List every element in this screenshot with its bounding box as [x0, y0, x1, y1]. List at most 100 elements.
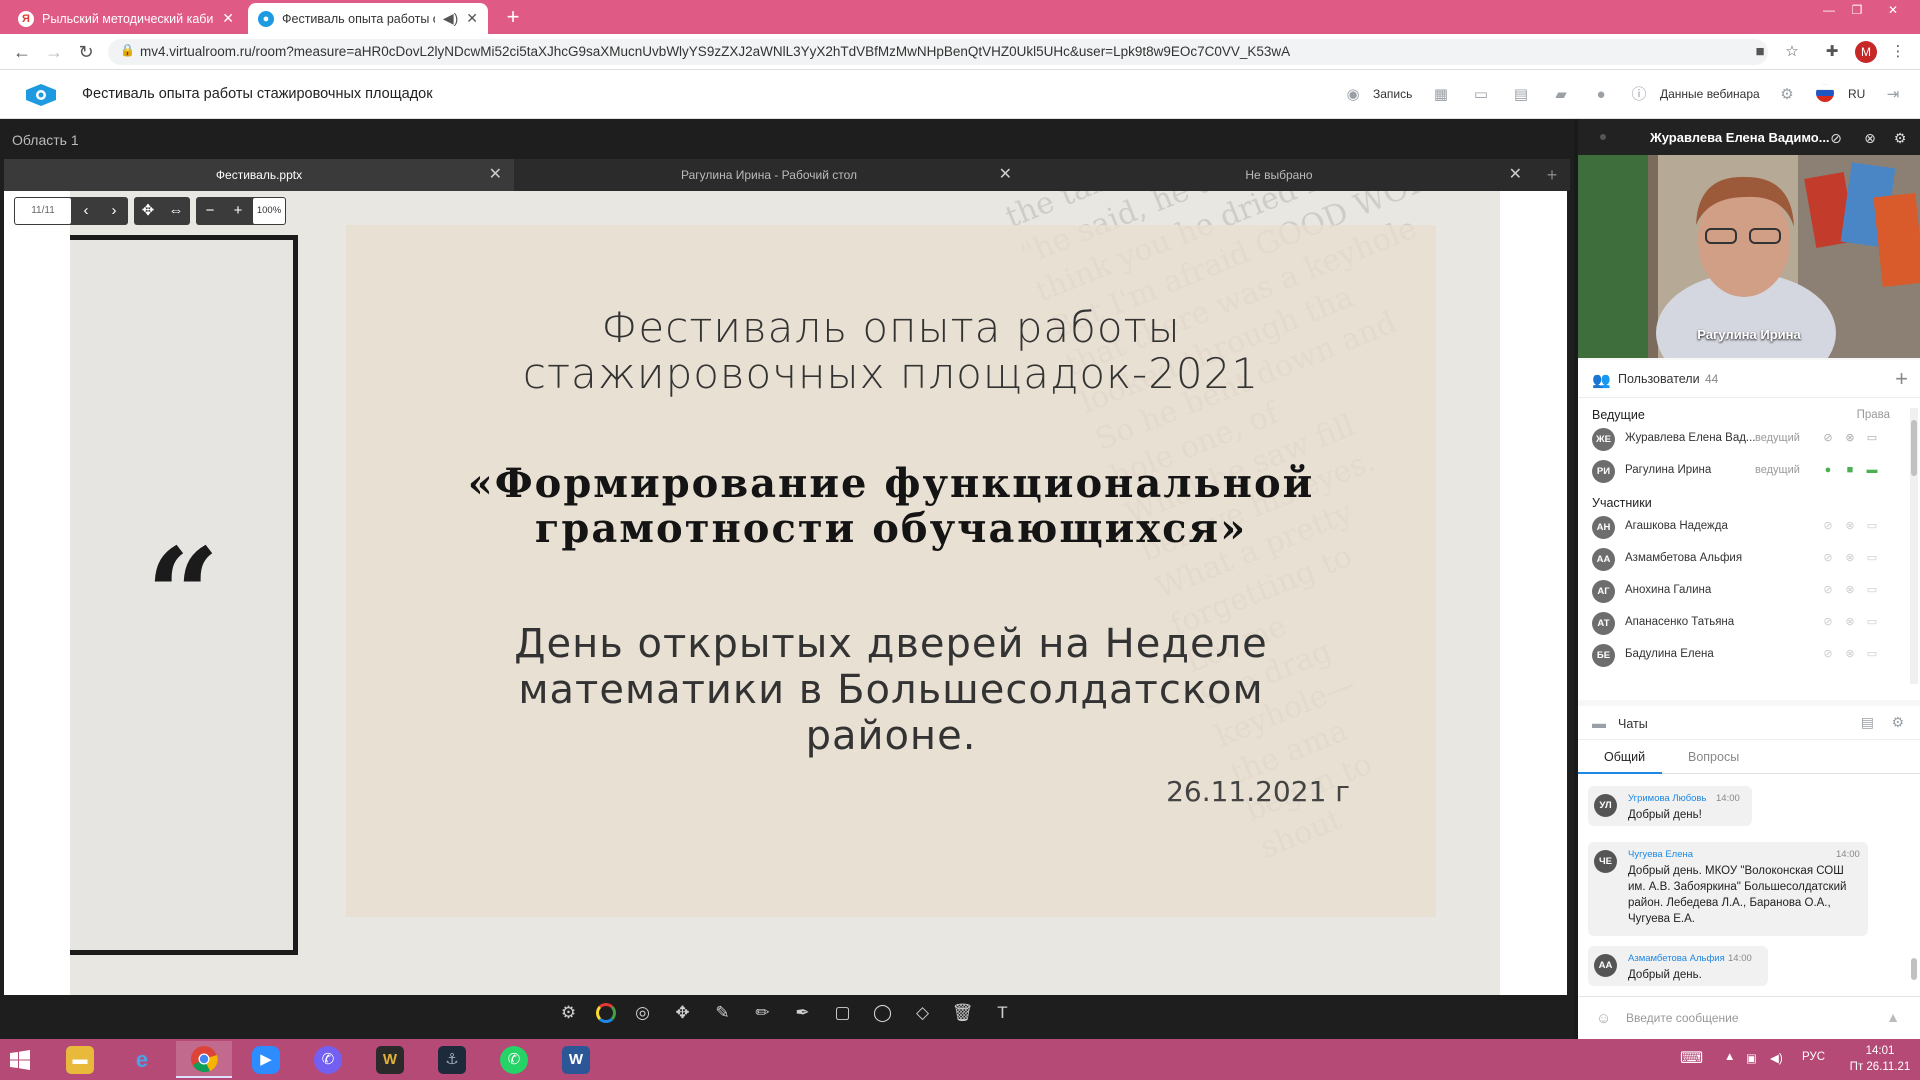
- russia-flag-icon[interactable]: [1814, 84, 1836, 106]
- settings-icon[interactable]: ⚙: [1891, 714, 1904, 731]
- reload-button[interactable]: ↻: [74, 40, 98, 64]
- doc-tab-desktop[interactable]: Рагулина Ирина - Рабочий стол ✕: [514, 159, 1024, 191]
- new-tab-button[interactable]: +: [500, 4, 526, 30]
- mic-icon[interactable]: ⊘: [1820, 646, 1836, 662]
- camera-icon[interactable]: ⊗: [1842, 614, 1858, 630]
- settings-icon[interactable]: ⚙: [556, 1000, 582, 1026]
- participant-row[interactable]: АГ Анохина Галина ⊘ ⊗ ▭: [1592, 578, 1892, 604]
- profile-avatar[interactable]: M: [1855, 41, 1877, 63]
- minimize-icon[interactable]: —: [1814, 0, 1844, 20]
- screen-icon[interactable]: ▭: [1864, 550, 1880, 566]
- taskbar-viber[interactable]: ✆: [300, 1041, 356, 1078]
- mic-off-icon[interactable]: ⊘: [1826, 128, 1846, 148]
- camera-on-icon[interactable]: ■: [1842, 462, 1858, 478]
- taskbar-explorer[interactable]: ▬: [52, 1041, 108, 1078]
- close-icon[interactable]: ✕: [222, 10, 234, 27]
- screen-icon[interactable]: ▭: [1864, 518, 1880, 534]
- message-input[interactable]: Введите сообщение: [1626, 1011, 1739, 1025]
- prev-page-icon[interactable]: ‹: [72, 197, 100, 225]
- camera-off-icon[interactable]: ⊗: [1842, 430, 1858, 446]
- mic-icon[interactable]: ⊘: [1820, 614, 1836, 630]
- mic-icon[interactable]: ⊘: [1820, 518, 1836, 534]
- zoom-in-icon[interactable]: +: [224, 197, 252, 225]
- camera-icon[interactable]: ⊗: [1842, 550, 1858, 566]
- taskbar-ie[interactable]: e: [114, 1041, 170, 1078]
- camera-icon[interactable]: ■: [1750, 42, 1770, 62]
- layout-icon[interactable]: ▦: [1430, 84, 1452, 106]
- camera-icon[interactable]: ⊗: [1842, 646, 1858, 662]
- close-window-icon[interactable]: ✕: [1878, 0, 1908, 20]
- close-icon[interactable]: ✕: [466, 10, 478, 27]
- users-scrollbar[interactable]: [1910, 408, 1918, 684]
- send-icon[interactable]: ▲: [1886, 1009, 1900, 1025]
- extensions-icon[interactable]: ✚: [1822, 42, 1842, 62]
- rectangle-icon[interactable]: ▢: [830, 1000, 856, 1026]
- close-icon[interactable]: ✕: [1509, 159, 1522, 191]
- trash-icon[interactable]: 🗑: [950, 1000, 976, 1026]
- slide-viewer[interactable]: the table." So late tha"he said, he'd be…: [4, 191, 1567, 995]
- participant-row[interactable]: БЕ Бадулина Елена ⊘ ⊗ ▭: [1592, 642, 1892, 668]
- tab-general[interactable]: Общий: [1604, 750, 1645, 764]
- tab-questions[interactable]: Вопросы: [1688, 750, 1739, 764]
- settings-icon[interactable]: ⚙: [1776, 84, 1798, 106]
- language-label[interactable]: RU: [1848, 87, 1865, 101]
- user-icon[interactable]: ●: [1590, 84, 1612, 106]
- screen-icon[interactable]: ▭: [1864, 582, 1880, 598]
- next-page-icon[interactable]: ›: [100, 197, 128, 225]
- taskbar-whatsapp[interactable]: ✆: [486, 1041, 542, 1078]
- document-icon[interactable]: ▤: [1510, 84, 1532, 106]
- fit-width-icon[interactable]: ⇔: [162, 197, 190, 225]
- taskbar-chrome[interactable]: [176, 1041, 232, 1078]
- back-button[interactable]: ←: [10, 40, 34, 64]
- host-row[interactable]: ЖЕ Журавлева Елена Вад... ведущий ⊘ ⊗ ▭: [1592, 426, 1892, 452]
- taskbar-word[interactable]: W: [548, 1041, 604, 1078]
- exit-icon[interactable]: ⇥: [1882, 84, 1904, 106]
- screen-icon[interactable]: ▭: [1864, 614, 1880, 630]
- record-label[interactable]: Запись: [1373, 87, 1412, 101]
- move-icon[interactable]: ✥: [670, 1000, 696, 1026]
- marker-icon[interactable]: ✒: [790, 1000, 816, 1026]
- zoom-value[interactable]: 100%: [253, 198, 285, 224]
- zoom-out-icon[interactable]: −: [196, 197, 224, 225]
- shape-icon[interactable]: ◯: [870, 1000, 896, 1026]
- input-language[interactable]: РУС: [1802, 1051, 1825, 1063]
- video-feed[interactable]: Рагулина Ирина: [1578, 155, 1920, 358]
- close-icon[interactable]: ✕: [489, 159, 502, 191]
- menu-icon[interactable]: ⋮: [1888, 42, 1908, 62]
- camera-icon[interactable]: ⊗: [1842, 518, 1858, 534]
- text-tool-icon[interactable]: T: [990, 1000, 1016, 1026]
- add-view-button[interactable]: +: [1540, 159, 1564, 191]
- color-picker-icon[interactable]: [595, 1003, 616, 1023]
- chat-export-icon[interactable]: ▤: [1861, 714, 1874, 731]
- pencil-icon[interactable]: ✏: [750, 1000, 776, 1026]
- taskbar-zoom[interactable]: ▶: [238, 1041, 294, 1078]
- participant-row[interactable]: АТ Апанасенко Татьяна ⊘ ⊗ ▭: [1592, 610, 1892, 636]
- page-number-input[interactable]: 11/11: [15, 198, 71, 224]
- keyboard-icon[interactable]: ⌨: [1680, 1048, 1703, 1068]
- chat-scrollbar[interactable]: [1910, 778, 1918, 992]
- pointer-icon[interactable]: ◎: [630, 1000, 656, 1026]
- taskbar-world-of-tanks[interactable]: W: [362, 1041, 418, 1078]
- browser-tab-festival[interactable]: ● Фестиваль опыта работы стажировочных п…: [248, 3, 488, 34]
- mic-on-icon[interactable]: ●: [1820, 462, 1836, 478]
- speaker-icon[interactable]: ◀): [443, 10, 458, 27]
- participant-row[interactable]: АА Азмамбетова Альфия ⊘ ⊗ ▭: [1592, 546, 1892, 572]
- doc-tab-presentation[interactable]: Фестиваль.pptx ✕: [4, 159, 514, 191]
- network-icon[interactable]: ▣: [1746, 1051, 1757, 1065]
- screen-share-icon[interactable]: ▭: [1470, 84, 1492, 106]
- camera-icon[interactable]: ⊗: [1842, 582, 1858, 598]
- folder-icon[interactable]: ▰: [1550, 84, 1572, 106]
- webinar-data-label[interactable]: Данные вебинара: [1660, 87, 1760, 101]
- taskbar-world-of-warships[interactable]: ⚓: [424, 1041, 480, 1078]
- mic-off-icon[interactable]: ⊘: [1820, 430, 1836, 446]
- mic-icon[interactable]: ⊘: [1820, 582, 1836, 598]
- info-icon[interactable]: ⓘ: [1628, 84, 1650, 106]
- mic-icon[interactable]: ⊘: [1820, 550, 1836, 566]
- close-icon[interactable]: ✕: [999, 159, 1012, 191]
- settings-icon[interactable]: ⚙: [1890, 128, 1910, 148]
- screen-off-icon[interactable]: ▭: [1864, 430, 1880, 446]
- doc-tab-empty[interactable]: Не выбрано ✕: [1024, 159, 1534, 191]
- participant-row[interactable]: АН Агашкова Надежда ⊘ ⊗ ▭: [1592, 514, 1892, 540]
- record-icon[interactable]: ◉: [1342, 84, 1364, 106]
- emoji-icon[interactable]: ☺: [1596, 1010, 1611, 1027]
